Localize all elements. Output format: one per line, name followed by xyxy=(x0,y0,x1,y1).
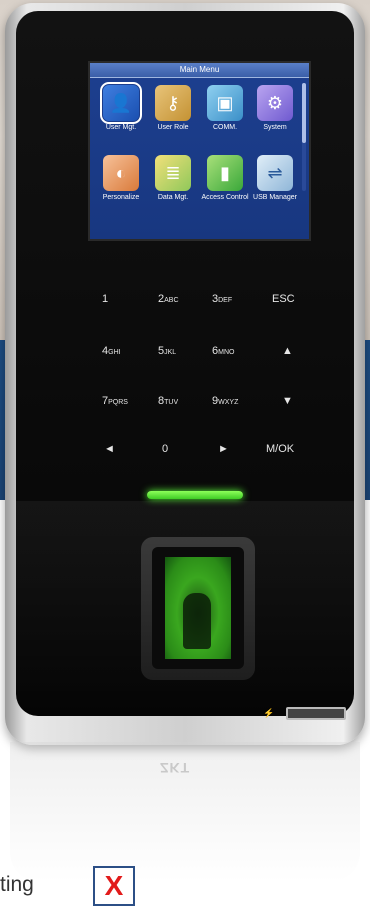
key-letters: MNO xyxy=(218,349,235,356)
fingerprint-sensor[interactable] xyxy=(141,537,255,680)
network-icon: ▣ xyxy=(207,85,243,121)
key-letters: GHI xyxy=(108,349,121,356)
key-1[interactable]: 1 xyxy=(102,293,108,305)
key-letters: WXYZ xyxy=(218,399,239,406)
key-9[interactable]: 9WXYZ xyxy=(212,395,238,407)
menu-item-label: COMM. xyxy=(212,124,238,131)
sensor-glass xyxy=(165,557,231,659)
right-arrow-key[interactable]: ► xyxy=(218,443,229,455)
user-icon: 👤 xyxy=(100,82,142,124)
database-icon: ≣ xyxy=(155,155,191,191)
key-8[interactable]: 8TUV xyxy=(158,395,178,407)
screen-scrollbar[interactable] xyxy=(302,83,306,191)
key-label: 1 xyxy=(102,293,109,305)
left-arrow-icon: ◄ xyxy=(104,443,115,455)
sensor-bezel xyxy=(152,547,244,669)
key-5[interactable]: 5JKL xyxy=(158,345,176,357)
key-label: 0 xyxy=(162,443,169,455)
key-letters: ABC xyxy=(164,297,179,304)
key-label: ESC xyxy=(272,293,295,305)
usb-port xyxy=(286,707,346,720)
key-icon: ⚷ xyxy=(155,85,191,121)
menu-item-data-mgt[interactable]: ≣ Data Mgt. xyxy=(147,155,199,202)
menu-item-comm[interactable]: ▣ COMM. xyxy=(199,85,251,132)
usb-icon: ⚡ xyxy=(263,708,275,718)
access-terminal: Main Menu 👤 User Mgt. ⚷ User Role ▣ COMM… xyxy=(5,3,365,745)
menu-item-user-role[interactable]: ⚷ User Role xyxy=(147,85,199,132)
esc-key[interactable]: ESC xyxy=(272,293,295,305)
down-arrow-key[interactable]: ▼ xyxy=(282,395,293,407)
menu-item-label: System xyxy=(263,124,287,131)
door-icon: ▮ xyxy=(207,155,243,191)
menu-item-label: Access Control xyxy=(201,194,249,201)
key-4[interactable]: 4GHI xyxy=(102,345,121,357)
brand-reflection: ZKT xyxy=(160,760,191,776)
gear-icon: ⚙ xyxy=(257,85,293,121)
status-led xyxy=(147,491,243,499)
sensor-reflection xyxy=(183,593,211,649)
key-7[interactable]: 7PQRS xyxy=(102,395,128,407)
close-icon[interactable]: X xyxy=(93,866,135,906)
key-2[interactable]: 2ABC xyxy=(158,293,179,305)
screen-title: Main Menu xyxy=(90,63,309,78)
menu-ok-key[interactable]: M/OK xyxy=(266,443,294,455)
menu-item-personalize[interactable]: ◐ Personalize xyxy=(95,155,147,202)
menu-item-label: Data Mgt. xyxy=(157,194,189,201)
key-3[interactable]: 3DEF xyxy=(212,293,232,305)
palette-icon: ◐ xyxy=(103,155,139,191)
menu-item-system[interactable]: ⚙ System xyxy=(249,85,301,132)
scrollbar-thumb[interactable] xyxy=(302,83,306,143)
menu-item-access-control[interactable]: ▮ Access Control xyxy=(199,155,251,202)
key-letters: JKL xyxy=(164,349,177,356)
menu-item-label: User Mgt. xyxy=(105,124,137,131)
key-letters: PQRS xyxy=(108,399,128,406)
menu-item-user-mgt[interactable]: 👤 User Mgt. xyxy=(95,82,147,132)
menu-item-label: User Role xyxy=(157,124,189,131)
menu-item-label: Personalize xyxy=(102,194,140,201)
menu-item-usb-manager[interactable]: ⇌ USB Manager xyxy=(249,155,301,202)
key-label: M/OK xyxy=(266,443,295,455)
up-arrow-icon: ▲ xyxy=(282,345,293,357)
key-letters: DEF xyxy=(218,297,233,304)
up-arrow-key[interactable]: ▲ xyxy=(282,345,293,357)
lcd-screen: Main Menu 👤 User Mgt. ⚷ User Role ▣ COMM… xyxy=(88,61,311,241)
key-0[interactable]: 0 xyxy=(162,443,168,455)
key-6[interactable]: 6MNO xyxy=(212,345,234,357)
right-arrow-icon: ► xyxy=(218,443,229,455)
left-arrow-key[interactable]: ◄ xyxy=(104,443,115,455)
down-arrow-icon: ▼ xyxy=(282,395,293,407)
device-front-panel: Main Menu 👤 User Mgt. ⚷ User Role ▣ COMM… xyxy=(16,11,354,716)
usb-icon: ⇌ xyxy=(257,155,293,191)
caption-text: ting xyxy=(0,873,34,896)
menu-item-label: USB Manager xyxy=(253,194,297,201)
key-letters: TUV xyxy=(164,399,179,406)
